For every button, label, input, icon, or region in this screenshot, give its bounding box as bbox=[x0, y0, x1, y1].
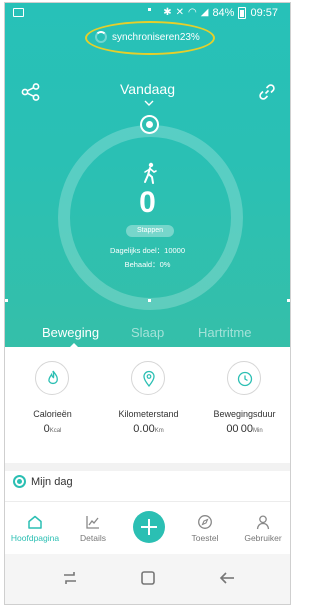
clock-icon bbox=[227, 361, 261, 395]
nav-label: Toestel bbox=[191, 533, 219, 543]
add-button[interactable] bbox=[133, 511, 165, 543]
metrics-panel: Calorieën 0Kcal Kilometerstand 0.00Km Be… bbox=[5, 347, 290, 463]
home-icon bbox=[28, 515, 42, 529]
my-day-section[interactable]: Mijn dag bbox=[13, 475, 73, 488]
daily-goal-text: Dagelijks doel：10000 bbox=[109, 246, 186, 255]
selection-handle bbox=[287, 299, 290, 302]
user-icon bbox=[256, 515, 270, 530]
selection-handle bbox=[148, 8, 151, 11]
battery-percent: 84% bbox=[212, 7, 235, 19]
section-divider bbox=[5, 463, 290, 471]
app-frame: ✱ ✕ ◠ ◢ 84% 09:57 synchroniseren23% Vand… bbox=[4, 2, 291, 605]
activity-header: ✱ ✕ ◠ ◢ 84% 09:57 synchroniseren23% Vand… bbox=[5, 3, 290, 348]
nav-label: Details bbox=[80, 533, 106, 543]
tab-beweging[interactable]: Beweging bbox=[42, 325, 99, 340]
step-count: 0 bbox=[139, 186, 156, 219]
status-icons: ✱ ✕ ◠ ◢ 84% 09:57 bbox=[163, 7, 278, 19]
link-icon[interactable] bbox=[258, 83, 276, 101]
metric-label: Kilometerstand bbox=[118, 409, 179, 419]
bottom-navigation: Hoofdpagina Details Toestel Gebruiker bbox=[5, 501, 290, 553]
wifi-icon: ◠ bbox=[188, 7, 197, 18]
battery-icon bbox=[238, 7, 247, 19]
sync-text: synchroniseren23% bbox=[112, 31, 200, 43]
metric-value: 0.00Km bbox=[133, 423, 164, 435]
nav-details[interactable]: Details bbox=[65, 514, 121, 543]
clock-time: 09:57 bbox=[250, 7, 278, 19]
system-navigation-bar bbox=[5, 554, 290, 604]
signal-icon: ◢ bbox=[200, 7, 209, 18]
metric-label: Calorieën bbox=[33, 409, 72, 419]
tab-slaap[interactable]: Slaap bbox=[131, 325, 164, 340]
bluetooth-icon: ✱ bbox=[163, 7, 172, 18]
sync-spinner-icon bbox=[95, 31, 107, 43]
chart-icon bbox=[86, 516, 99, 529]
tab-hartritme[interactable]: Hartritme bbox=[198, 325, 251, 340]
achieved-text: Behaald：0% bbox=[124, 260, 171, 269]
compass-icon bbox=[198, 515, 212, 529]
metric-value: 00 00Min bbox=[226, 423, 263, 435]
mute-icon: ✕ bbox=[175, 7, 184, 18]
selection-handle bbox=[5, 299, 8, 302]
tab-bar: Beweging Slaap Hartritme bbox=[5, 325, 290, 348]
my-day-title: Mijn dag bbox=[31, 475, 73, 488]
my-day-icon bbox=[13, 475, 26, 488]
nav-label: Hoofdpagina bbox=[10, 533, 60, 543]
nav-gebruiker[interactable]: Gebruiker bbox=[235, 514, 290, 543]
metric-label: Bewegingsduur bbox=[213, 409, 276, 419]
location-pin-icon bbox=[131, 361, 165, 395]
nav-toestel[interactable]: Toestel bbox=[177, 514, 233, 543]
date-title[interactable]: Vandaag bbox=[5, 81, 290, 97]
sync-status: synchroniseren23% bbox=[95, 31, 200, 43]
metric-value: 0Kcal bbox=[43, 423, 62, 435]
flame-icon bbox=[35, 361, 69, 395]
walking-icon bbox=[144, 162, 157, 184]
steps-unit-badge: Stappen bbox=[126, 225, 174, 237]
image-notification-icon bbox=[13, 8, 24, 17]
back-icon[interactable] bbox=[217, 568, 237, 588]
selection-handle bbox=[148, 299, 151, 302]
progress-marker bbox=[142, 117, 157, 132]
nav-label: Gebruiker bbox=[244, 533, 282, 543]
nav-hoofdpagina[interactable]: Hoofdpagina bbox=[7, 514, 63, 543]
home-button-icon[interactable] bbox=[138, 568, 158, 588]
chevron-down-icon[interactable] bbox=[144, 99, 154, 107]
recent-apps-icon[interactable] bbox=[60, 568, 80, 588]
